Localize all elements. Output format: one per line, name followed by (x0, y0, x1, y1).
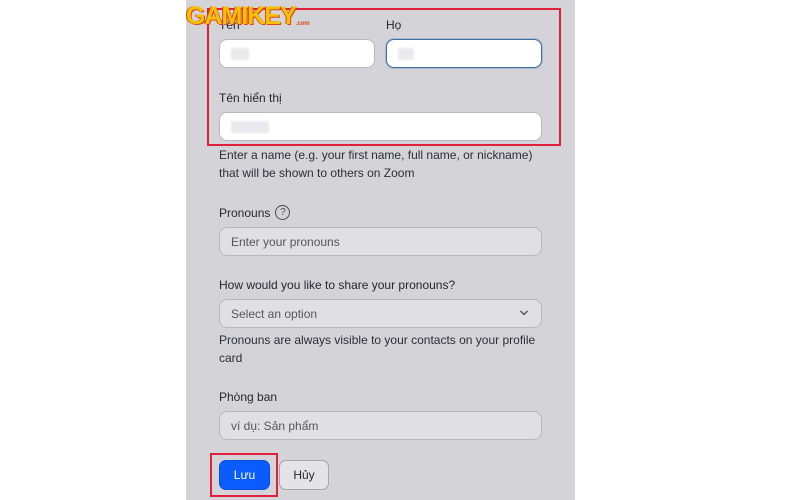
department-input[interactable]: ví dụ: Sản phẩm (219, 411, 542, 440)
pronouns-label: Pronouns (219, 205, 271, 220)
share-pronouns-help: Pronouns are always visible to your cont… (219, 333, 536, 365)
cancel-button[interactable]: Hủy (279, 460, 329, 490)
display-name-help: Enter a name (e.g. your first name, full… (219, 148, 533, 180)
save-button[interactable]: Lưu (219, 460, 270, 490)
share-pronouns-value: Select an option (231, 306, 318, 321)
watermark-suffix: .com (295, 21, 310, 27)
first-name-redacted-value (231, 47, 249, 60)
last-name-redacted-value (398, 47, 414, 60)
department-placeholder: ví dụ: Sản phẩm (231, 418, 319, 433)
department-label: Phòng ban (219, 390, 278, 404)
pronouns-input[interactable]: Enter your pronouns (219, 227, 542, 256)
share-pronouns-select[interactable]: Select an option (219, 299, 542, 328)
watermark-text: GAMIKEY (186, 2, 297, 30)
question-circle-icon[interactable]: ? (275, 205, 291, 220)
watermark-logo: GAMIKEY.com (186, 2, 310, 32)
display-name-label: Tên hiển thị (219, 91, 282, 105)
first-name-input[interactable] (219, 39, 375, 68)
display-name-redacted-value (231, 120, 269, 133)
share-pronouns-label: How would you like to share your pronoun… (219, 278, 456, 292)
chevron-down-icon (520, 310, 528, 316)
display-name-input[interactable] (219, 112, 542, 141)
pronouns-label-row: Pronouns ? (219, 205, 291, 220)
last-name-input[interactable] (386, 39, 542, 68)
last-name-label: Họ (386, 18, 402, 32)
pronouns-placeholder: Enter your pronouns (231, 234, 340, 249)
